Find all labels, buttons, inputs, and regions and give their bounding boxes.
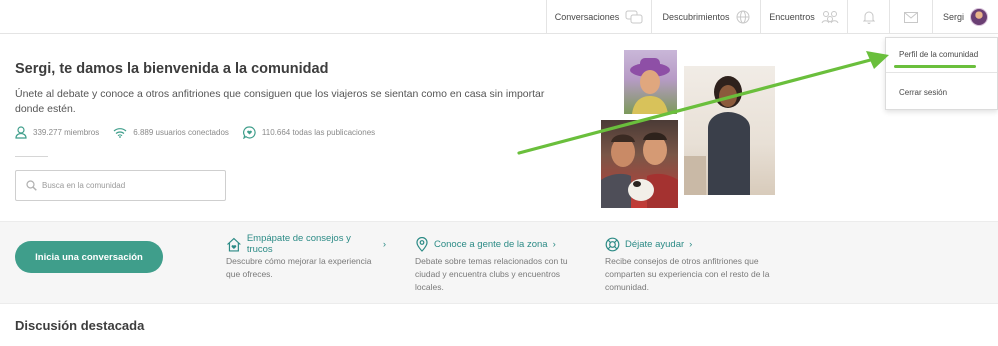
heart-bubble-icon <box>242 126 256 139</box>
menu-item-community-profile[interactable]: Perfil de la comunidad <box>899 50 978 59</box>
page-title: Sergi, te damos la bienvenida a la comun… <box>15 61 329 77</box>
location-pin-icon <box>416 236 428 252</box>
top-nav: Conversaciones Descubrimientos Encuentro… <box>0 0 998 34</box>
menu-item-logout[interactable]: Cerrar sesión <box>899 88 947 97</box>
avatar[interactable] <box>970 8 988 26</box>
stat-online-label: 6.889 usuarios conectados <box>133 128 229 137</box>
member-icon <box>15 126 27 139</box>
nav-meetups[interactable]: Encuentros <box>760 0 847 34</box>
tip-tips-desc: Descubre cómo mejorar la experiencia que… <box>226 256 372 279</box>
wifi-icon <box>113 128 127 138</box>
house-heart-icon <box>227 237 241 252</box>
tip-tips-title: Empápate de consejos y trucos <box>246 233 351 255</box>
mail-icon <box>904 11 918 23</box>
community-photo-woman-standing <box>684 66 775 195</box>
tip-tips-link[interactable]: Empápate de consejos y trucos › <box>226 233 386 255</box>
chevron-right-icon: › <box>552 238 556 250</box>
globe-icon <box>736 10 750 24</box>
nav-conversations[interactable]: Conversaciones <box>546 0 651 34</box>
nav-meetups-label: Encuentros <box>769 12 815 22</box>
tip-tips-and-tricks: Empápate de consejos y trucos › Descubre… <box>226 233 386 281</box>
nav-discoveries-label: Descubrimientos <box>662 12 730 22</box>
tip-locals-link[interactable]: Conoce a gente de la zona › <box>415 236 585 252</box>
search-input[interactable]: Busca en la comunidad <box>15 170 226 201</box>
chevron-right-icon: › <box>382 238 386 250</box>
stat-posts: 110.664 todas las publicaciones <box>242 126 376 139</box>
tip-help-title: Déjate ayudar <box>625 238 685 250</box>
notifications-button[interactable] <box>847 0 889 34</box>
community-photo-woman-hat <box>624 50 677 114</box>
tip-locals-title: Conoce a gente de la zona <box>434 238 548 250</box>
highlight-underline <box>894 65 976 68</box>
divider <box>15 156 48 157</box>
stat-members: 339.277 miembros <box>15 126 99 139</box>
nav-conversations-label: Conversaciones <box>554 12 620 22</box>
community-stats: 339.277 miembros 6.889 usuarios conectad… <box>15 126 375 139</box>
nav-discoveries[interactable]: Descubrimientos <box>651 0 760 34</box>
tip-meet-locals: Conoce a gente de la zona › Debate sobre… <box>415 236 585 294</box>
stat-posts-label: 110.664 todas las publicaciones <box>261 128 376 137</box>
messages-button[interactable] <box>889 0 932 34</box>
user-menu-button[interactable]: Sergi <box>932 0 998 34</box>
tip-help-link[interactable]: Déjate ayudar › <box>605 236 775 252</box>
stat-members-label: 339.277 miembros <box>33 128 100 137</box>
stat-online: 6.889 usuarios conectados <box>113 127 229 138</box>
tip-locals-desc: Debate sobre temas relacionados con tu c… <box>415 256 568 292</box>
tip-help-desc: Recibe consejos de otros anfitriones que… <box>605 256 770 292</box>
chevron-right-icon: › <box>689 238 693 250</box>
start-conversation-button[interactable]: Inicia una conversación <box>15 241 163 273</box>
user-dropdown-menu: Perfil de la comunidad Cerrar sesión <box>885 37 998 110</box>
menu-divider <box>886 72 997 73</box>
people-group-icon <box>821 11 839 24</box>
chat-bubbles-icon <box>625 10 643 24</box>
tip-get-help: Déjate ayudar › Recibe consejos de otros… <box>605 236 775 294</box>
featured-discussion-heading: Discusión destacada <box>15 318 145 333</box>
user-name: Sergi <box>942 12 964 22</box>
page-subtitle: Únete al debate y conoce a otros anfitri… <box>15 88 545 115</box>
bell-icon <box>862 11 875 24</box>
lifebuoy-icon <box>605 237 620 251</box>
search-icon <box>26 180 37 191</box>
search-placeholder: Busca en la comunidad <box>42 181 126 190</box>
community-photo-men-dog <box>601 120 678 208</box>
